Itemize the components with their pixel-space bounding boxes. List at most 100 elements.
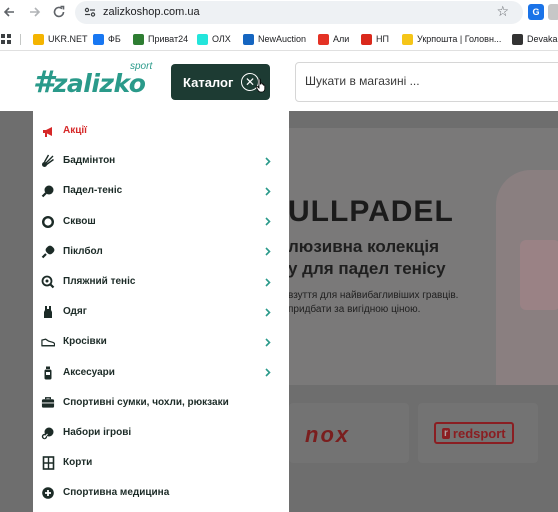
bookmark-item[interactable]: Devaka (512, 31, 558, 47)
medicine-icon (41, 486, 55, 500)
catalog-button[interactable]: Каталог ✕ (171, 64, 270, 100)
bookmark-item[interactable]: Укрпошта | Головн... (402, 31, 501, 47)
ukrnet-icon (33, 33, 44, 45)
bookmark-label: NewAuction (258, 34, 307, 44)
url-text[interactable]: zalizkoshop.com.ua (103, 6, 200, 18)
bookmark-label: Приват24 (148, 34, 189, 44)
catalog-item-label: Кросівки (63, 336, 107, 348)
bookmarks-bar: UKR.NET ФБ Приват24 ОЛХ NewAuction Али НП Укрпо… (0, 27, 558, 51)
back-icon[interactable] (0, 3, 18, 21)
catalog-item[interactable]: Пляжний теніс (33, 268, 289, 298)
search-input[interactable] (305, 74, 555, 88)
banner-model-detail (520, 240, 558, 310)
catalog-item-label: Спортивна медицина (63, 487, 170, 499)
facebook-icon (93, 33, 104, 45)
catalog-item[interactable]: Бадмінтон (33, 147, 289, 177)
banner-text-2: придбати за вигідною ціною. (288, 304, 421, 315)
catalog-item[interactable]: Акції (33, 117, 289, 147)
novaposhta-icon (361, 33, 372, 45)
game-set-icon (41, 426, 55, 440)
bookmark-label: НП (376, 34, 389, 44)
bookmark-item[interactable]: Приват24 (133, 31, 188, 47)
catalog-item[interactable]: Аксесуари (33, 359, 289, 389)
chevron-right-icon[interactable] (263, 185, 273, 197)
banner-title: ULLPADEL (288, 195, 454, 228)
pickleball-paddle-icon (41, 245, 55, 259)
redsport-logo: r redsport (434, 422, 514, 444)
catalog-item[interactable]: Піклбол (33, 238, 289, 268)
banner-subtitle-2: у для падел тенісу (288, 259, 446, 278)
catalog-item[interactable]: Падел-теніс (33, 177, 289, 207)
search-box[interactable] (295, 62, 558, 102)
clothing-icon (41, 305, 55, 319)
bookmark-item[interactable]: НП (361, 31, 389, 47)
bookmark-item[interactable]: ФБ (93, 31, 121, 47)
catalog-item[interactable]: Сквош (33, 208, 289, 238)
redsport-text: redsport (452, 425, 506, 441)
logo-hash-mark: # (33, 65, 54, 100)
megaphone-icon (41, 124, 55, 138)
zalizko-logo[interactable]: #zalizko sport (33, 61, 152, 100)
catalog-button-label: Каталог (183, 74, 234, 90)
bookmark-item[interactable]: NewAuction (243, 31, 306, 47)
logo-sport-label: sport (130, 61, 153, 72)
bag-icon (41, 396, 55, 410)
browser-toolbar: zalizkoshop.com.ua ☆ G (0, 0, 558, 25)
profile-avatar[interactable] (548, 4, 558, 20)
apps-grid-icon[interactable] (1, 34, 11, 44)
bookmark-star-icon[interactable]: ☆ (496, 3, 509, 20)
bookmark-item[interactable]: Али (318, 31, 349, 47)
catalog-item-label: Корти (63, 457, 93, 469)
catalog-item-label: Піклбол (63, 245, 103, 257)
logo-wordmark: zalizko (52, 69, 146, 98)
shuttlecock-icon (41, 154, 55, 168)
catalog-item-label: Бадмінтон (63, 155, 116, 167)
chevron-right-icon[interactable] (263, 336, 273, 348)
catalog-item[interactable]: Кросівки (33, 328, 289, 358)
catalog-item-label: Аксесуари (63, 366, 115, 378)
catalog-item-label: Набори ігрові (63, 427, 132, 438)
chevron-right-icon[interactable] (263, 246, 273, 258)
redsport-mark-icon: r (442, 427, 450, 439)
hand-cursor-icon (255, 78, 267, 96)
chevron-right-icon[interactable] (263, 306, 273, 318)
chevron-right-icon[interactable] (263, 155, 273, 167)
catalog-item[interactable]: Набори ігрові (33, 419, 289, 449)
catalog-item-label: Падел-теніс (63, 185, 123, 197)
bookmark-label: Devaka (527, 34, 558, 44)
catalog-item-label: Одяг (63, 306, 87, 318)
catalog-menu: Акції Бадмінтон Падел-теніс Сквош Піклбол Пля… (33, 111, 289, 512)
catalog-item[interactable]: Спортивні сумки, чохли, рюкзаки (33, 389, 289, 419)
catalog-item-label: Акції (63, 125, 87, 136)
beach-tennis-icon (41, 275, 55, 289)
bottle-icon (41, 366, 55, 380)
olx-icon (197, 33, 208, 45)
bookmarks-divider (20, 34, 21, 45)
bookmark-item[interactable]: ОЛХ (197, 31, 231, 47)
chevron-right-icon[interactable] (263, 216, 273, 228)
catalog-item[interactable]: Спортивна медицина (33, 479, 289, 509)
ukrposhta-icon (402, 33, 413, 45)
catalog-item[interactable]: Корти (33, 449, 289, 479)
bookmark-label: ФБ (108, 34, 121, 44)
newauction-icon (243, 33, 254, 45)
catalog-item-label: Сквош (63, 215, 96, 227)
aliexpress-icon (318, 33, 329, 45)
nox-logo: nox (305, 422, 351, 447)
squash-ball-icon (41, 215, 55, 229)
catalog-item-label: Пляжний теніс (63, 276, 136, 287)
catalog-item-label: Спортивні сумки, чохли, рюкзаки (63, 396, 229, 408)
banner-text-1: взуття для найвибагливіших гравців. (288, 290, 459, 301)
bookmark-label: UKR.NET (48, 34, 88, 44)
sneaker-icon (41, 335, 55, 349)
bookmark-item[interactable]: UKR.NET (33, 31, 88, 47)
forward-icon[interactable] (26, 3, 44, 21)
translate-extension-icon[interactable]: G (528, 4, 544, 20)
address-bar[interactable]: zalizkoshop.com.ua ☆ (75, 1, 523, 24)
chevron-right-icon[interactable] (263, 276, 273, 288)
chevron-right-icon[interactable] (263, 367, 273, 379)
reload-icon[interactable] (50, 3, 68, 21)
padel-racket-icon (41, 184, 55, 198)
catalog-item[interactable]: Одяг (33, 298, 289, 328)
site-info-icon[interactable] (83, 5, 97, 19)
